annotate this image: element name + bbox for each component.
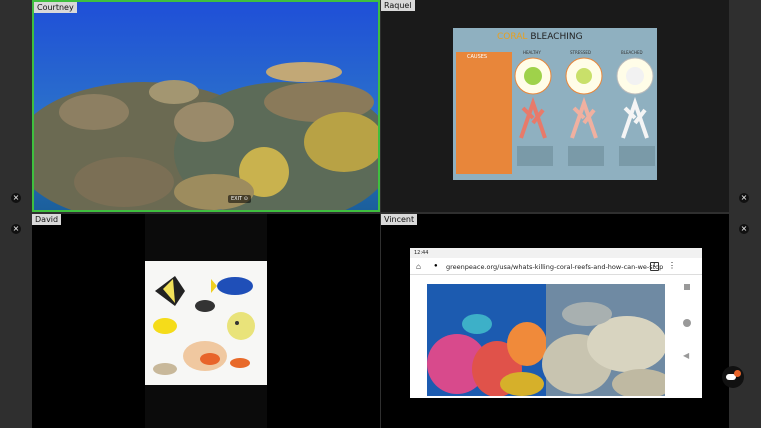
poster-title-coral: CORAL	[497, 32, 528, 42]
phone-screen: 12:44 ⌂ ● greenpeace.org/usa/whats-killi…	[410, 248, 702, 398]
stage-stressed: STRESSED	[570, 50, 591, 55]
participant-name: Courtney	[34, 2, 77, 13]
coral-reef-video	[34, 2, 378, 210]
participant-name: David	[32, 214, 62, 225]
causes-label: CAUSES	[467, 54, 488, 60]
tropical-fish-picture	[145, 261, 267, 385]
phone-status-bar: 12:44	[410, 248, 702, 258]
coral-reef-comparison-image	[427, 284, 665, 396]
stage-bleached: BLEACHED	[621, 50, 643, 55]
url-text[interactable]: greenpeace.org/usa/whats-killing-coral-r…	[446, 263, 663, 271]
video-tile-raquel[interactable]: Raquel CORAL BLEACHING CAUSES HEALTHY ST…	[381, 0, 729, 212]
video-tile-david[interactable]: David	[32, 214, 380, 428]
reaction-icon[interactable]	[722, 366, 744, 388]
participant-name: Vincent	[381, 214, 418, 225]
close-icon[interactable]: ×	[11, 224, 21, 234]
stage-healthy: HEALTHY	[523, 50, 541, 55]
browser-address-bar: ⌂ ● greenpeace.org/usa/whats-killing-cor…	[410, 260, 702, 275]
status-time: 12:44	[414, 250, 429, 256]
video-tile-courtney[interactable]: Courtney EXIT ⊙	[32, 0, 380, 212]
close-icon[interactable]: ×	[739, 193, 749, 203]
lock-icon: ●	[434, 263, 438, 269]
tabs-icon[interactable]: 1	[650, 262, 659, 271]
phone-nav-bar: ◀	[681, 274, 695, 374]
exit-fullscreen-button[interactable]: EXIT ⊙	[228, 195, 251, 203]
participant-name: Raquel	[381, 0, 415, 11]
exit-label: EXIT	[231, 196, 243, 202]
menu-icon[interactable]: ⋮	[668, 261, 676, 271]
home-nav-icon[interactable]	[683, 319, 691, 327]
poster-title-bleaching: BLEACHING	[530, 32, 583, 42]
badge-icon	[734, 370, 741, 377]
video-tile-vincent[interactable]: Vincent 12:44 ⌂ ● greenpeace.org/usa/wha…	[381, 214, 729, 428]
close-icon[interactable]: ×	[11, 193, 21, 203]
home-icon[interactable]: ⌂	[416, 262, 421, 272]
poster-title: CORAL BLEACHING	[497, 32, 583, 42]
close-icon[interactable]: ×	[739, 224, 749, 234]
recents-icon[interactable]	[684, 284, 690, 290]
back-icon[interactable]: ◀	[683, 352, 689, 360]
